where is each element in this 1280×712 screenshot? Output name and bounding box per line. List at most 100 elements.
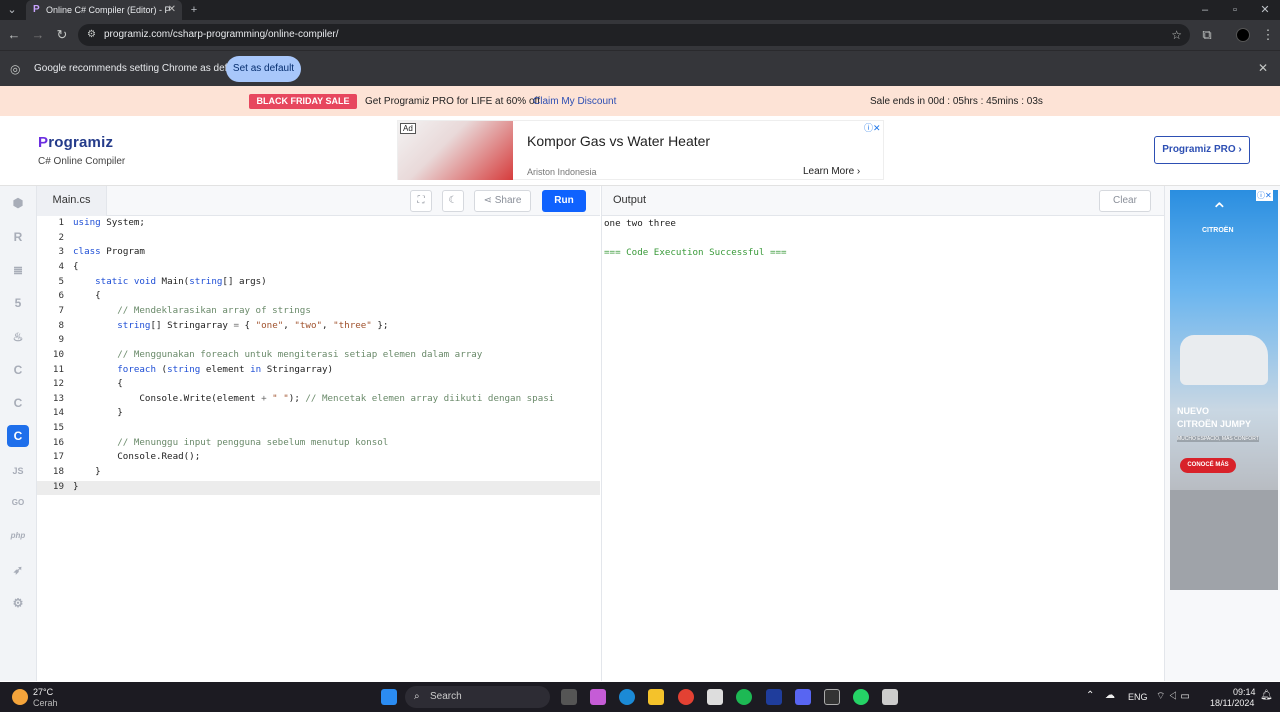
- taskbar-search[interactable]: ⌕ Search: [405, 686, 550, 708]
- ad-title-1: NUEVO: [1177, 406, 1210, 416]
- wifi-volume-battery-icon[interactable]: ⌔ ◁ ▭: [1156, 690, 1190, 703]
- line-number: 12: [52, 378, 64, 390]
- chrome-taskbar-icon[interactable]: [678, 689, 694, 705]
- c-icon[interactable]: C: [7, 359, 29, 381]
- close-tab-icon[interactable]: ✕: [168, 0, 176, 20]
- php-icon[interactable]: php: [7, 525, 29, 547]
- profile-avatar[interactable]: [1236, 28, 1250, 42]
- run-button[interactable]: Run: [542, 190, 586, 212]
- side-ad-citroen[interactable]: ⓘ✕ ⌃ CITROËN NUEVO CITROËN JUMPY MUCHO E…: [1170, 190, 1278, 590]
- sql-icon[interactable]: ≣: [7, 259, 29, 281]
- java-icon[interactable]: ♨: [7, 326, 29, 348]
- line-number: 18: [52, 466, 64, 478]
- extensions-icon[interactable]: ⧉: [1197, 25, 1217, 45]
- forward-icon[interactable]: →: [28, 25, 48, 45]
- new-tab-icon[interactable]: +: [184, 0, 204, 20]
- rust-icon[interactable]: ⚙: [7, 592, 29, 614]
- whatsapp-icon[interactable]: [853, 689, 869, 705]
- share-button[interactable]: ⋖ Share: [474, 190, 531, 212]
- ad-advertiser: Ariston Indonesia: [527, 167, 597, 177]
- html-icon[interactable]: 5: [7, 292, 29, 314]
- chrome-menu-icon[interactable]: ⋮: [1258, 25, 1278, 45]
- set-as-default-button[interactable]: Set as default: [226, 56, 301, 82]
- fullscreen-icon[interactable]: ⛶: [410, 190, 432, 212]
- notification-bell-icon[interactable]: 🔔︎: [1260, 690, 1273, 701]
- file-tab-main-cs[interactable]: Main.cs: [37, 186, 107, 216]
- code-line: static void Main(string[] args): [95, 275, 267, 287]
- camera-app-icon[interactable]: [824, 689, 840, 705]
- reload-icon[interactable]: ↻: [52, 25, 72, 45]
- output-console: one two three === Code Execution Success…: [601, 216, 1164, 681]
- task-view-icon[interactable]: [561, 689, 577, 705]
- line-number: 19: [52, 480, 64, 492]
- language-indicator[interactable]: ENG: [1128, 692, 1148, 702]
- address-bar[interactable]: ⚙ programiz.com/csharp-programming/onlin…: [78, 24, 1190, 46]
- ad-info-close-icon[interactable]: ⓘ✕: [864, 121, 881, 134]
- spotify-icon[interactable]: [736, 689, 752, 705]
- ad-badge: Ad: [400, 123, 416, 134]
- swift-icon[interactable]: ➶: [7, 559, 29, 581]
- maximize-icon[interactable]: ▫: [1225, 0, 1245, 20]
- default-browser-infobar: ◎ Google recommends setting Chrome as de…: [0, 50, 1280, 86]
- csharp-icon[interactable]: C: [7, 425, 29, 447]
- l-app-icon[interactable]: [766, 689, 782, 705]
- code-editor[interactable]: 1 using System; 2 3 class Program 4 {5 static …: [37, 216, 600, 681]
- file-explorer-icon[interactable]: [648, 689, 664, 705]
- ad-learn-more-link[interactable]: Learn More ›: [803, 166, 860, 177]
- ad-cta-button[interactable]: CONOCÉ MÁS: [1180, 458, 1236, 473]
- minimize-icon[interactable]: –: [1195, 0, 1215, 20]
- clear-button[interactable]: Clear: [1099, 190, 1151, 212]
- ad-tagline: MUCHO ESPACIO, MÁS CONFORT: [1177, 436, 1259, 442]
- search-icon: ⌕: [414, 691, 420, 702]
- line-number: 17: [52, 451, 64, 463]
- messaging-icon[interactable]: [795, 689, 811, 705]
- go-icon[interactable]: GO: [7, 492, 29, 514]
- programiz-pro-button[interactable]: Programiz PRO ›: [1154, 136, 1250, 164]
- line-number: 14: [52, 407, 64, 419]
- ad-title-2: CITROËN JUMPY: [1177, 419, 1252, 429]
- citroen-logo-icon: ⌃: [1211, 200, 1228, 222]
- clock-date: 18/11/2024: [1210, 698, 1255, 708]
- code-line: // Mendeklarasikan array of strings: [117, 304, 311, 316]
- code-line: foreach (string element in Stringarray): [117, 363, 334, 375]
- execution-status: === Code Execution Successful ===: [604, 247, 787, 258]
- back-icon[interactable]: ←: [4, 25, 24, 45]
- code-line: }: [73, 466, 101, 478]
- line-number: 6: [58, 290, 64, 302]
- close-window-icon[interactable]: ✕: [1255, 0, 1275, 20]
- snipping-tool-icon[interactable]: [882, 689, 898, 705]
- windows-start-icon[interactable]: [381, 689, 397, 705]
- python-icon[interactable]: ⬢: [7, 192, 29, 214]
- close-infobar-icon[interactable]: ✕: [1258, 61, 1268, 75]
- code-line: }: [73, 480, 79, 492]
- site-info-icon[interactable]: ⚙: [87, 24, 96, 46]
- line-number: 2: [58, 231, 64, 243]
- weather-temp: 27°C: [33, 687, 54, 697]
- weather-icon[interactable]: [12, 689, 28, 705]
- browser-toolbar: ← → ↻ ⚙ programiz.com/csharp-programming…: [0, 20, 1280, 50]
- line-number: 1: [58, 217, 64, 228]
- store-icon[interactable]: [707, 689, 723, 705]
- programiz-logo[interactable]: Programiz: [38, 134, 113, 151]
- line-number: 11: [52, 363, 64, 375]
- tray-chevron-icon[interactable]: ⌃: [1086, 690, 1094, 701]
- line-number: 13: [52, 392, 64, 404]
- r-icon[interactable]: R: [7, 226, 29, 248]
- edge-icon[interactable]: [619, 689, 635, 705]
- tray-app-icon[interactable]: ☁: [1105, 690, 1115, 701]
- output-title: Output: [613, 194, 647, 206]
- cpp-icon[interactable]: C: [7, 392, 29, 414]
- copilot-icon[interactable]: [590, 689, 606, 705]
- claim-discount-link[interactable]: Claim My Discount: [533, 96, 616, 107]
- javascript-icon[interactable]: JS: [7, 460, 29, 482]
- clock-time: 09:14: [1233, 687, 1256, 697]
- ad-info-close-icon[interactable]: ⓘ✕: [1256, 190, 1273, 201]
- browser-tab[interactable]: P Online C# Compiler (Editor) - P ✕: [26, 0, 182, 20]
- dark-mode-icon[interactable]: ☾: [442, 190, 464, 212]
- black-friday-badge: BLACK FRIDAY SALE: [249, 94, 357, 109]
- code-line: using System;: [73, 217, 145, 228]
- bookmark-star-icon[interactable]: ☆: [1171, 24, 1182, 46]
- top-ad-banner[interactable]: Ad Kompor Gas vs Water Heater Ariston In…: [397, 120, 884, 180]
- language-rail: ⬢ R ≣ 5 ♨ C C C JS GO php ➶ ⚙: [0, 186, 37, 681]
- tab-search-icon[interactable]: ⌄: [2, 0, 22, 20]
